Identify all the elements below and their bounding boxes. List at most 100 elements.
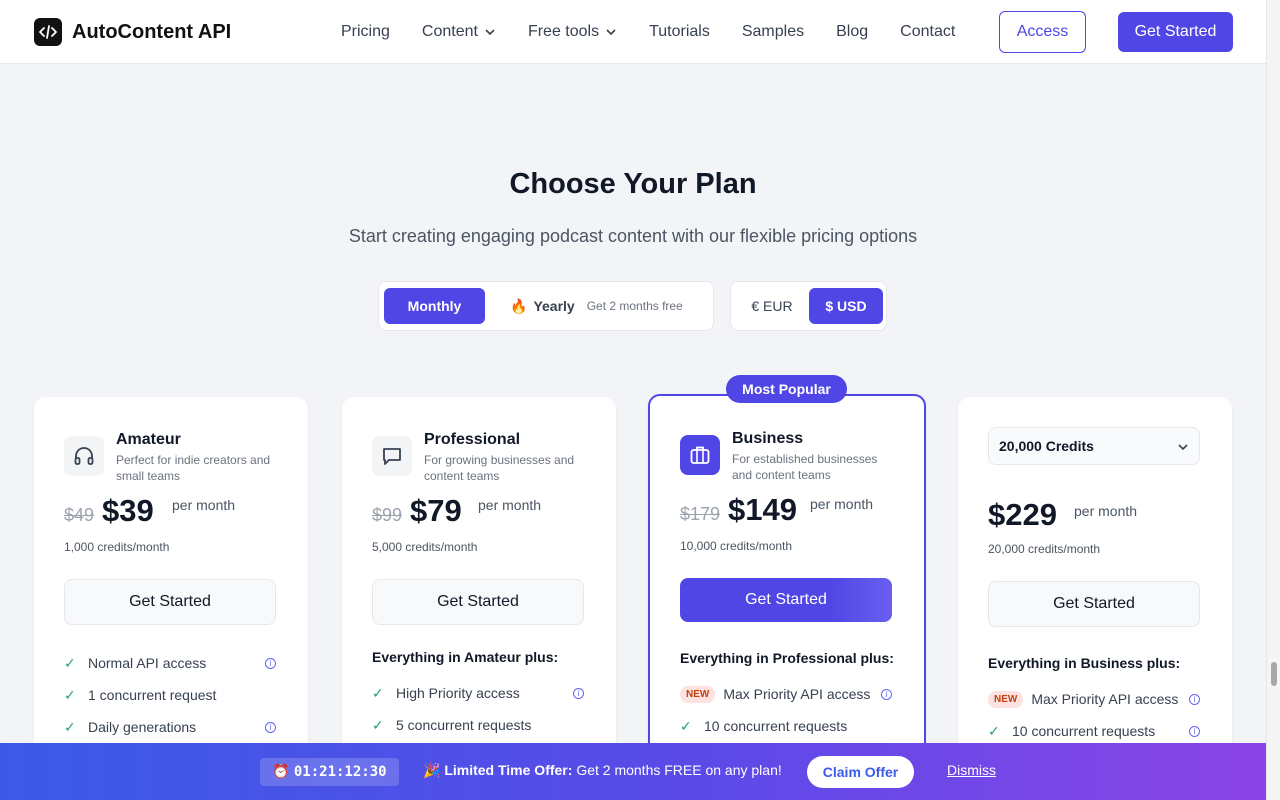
plan-name: Professional	[424, 431, 521, 448]
nav-pricing[interactable]: Pricing	[341, 23, 390, 41]
page-subtitle: Start creating engaging podcast content …	[348, 226, 918, 246]
feature-text: 10 concurrent requests	[1012, 723, 1156, 739]
price: $79	[410, 493, 462, 528]
info-icon[interactable]: i	[1189, 693, 1200, 705]
check-icon: ✓	[988, 722, 1000, 739]
info-icon[interactable]: i	[881, 688, 892, 700]
feature-list: ✓ Normal API access i ✓ 1 concurrent reques…	[64, 647, 278, 743]
chat-icon	[372, 436, 412, 476]
check-icon: ✓	[64, 686, 76, 703]
plan-description: For growing businesses and content teams	[424, 453, 575, 483]
plan-card-amateur: Amateur Perfect for indie creators and s…	[34, 397, 308, 800]
billing-period-toggle: Monthly 🔥 Yearly Get 2 months free	[378, 281, 714, 331]
price-period: per month	[478, 497, 542, 513]
access-button[interactable]: Access	[999, 11, 1086, 53]
timer-value: 01:21:12:30	[293, 764, 387, 780]
info-icon[interactable]: i	[573, 687, 584, 699]
most-popular-badge: Most Popular	[726, 375, 847, 403]
new-badge: NEW	[680, 685, 716, 703]
chevron-down-icon	[484, 23, 496, 41]
nav-content-label: Content	[421, 23, 478, 40]
nav-tutorials[interactable]: Tutorials	[649, 23, 710, 41]
credits-select-value: 20,000 Credits	[999, 438, 1094, 454]
check-icon: ✓	[64, 654, 76, 671]
credits-per-month: 1,000 credits/month	[64, 540, 170, 554]
fire-icon: 🔥	[510, 297, 528, 314]
features-heading: Everything in Business plus:	[988, 655, 1181, 671]
get-started-business-button[interactable]: Get Started	[680, 578, 892, 622]
dismiss-button[interactable]: Dismiss	[947, 762, 996, 778]
credits-per-month: 20,000 credits/month	[988, 542, 1101, 556]
get-started-header-button[interactable]: Get Started	[1118, 12, 1233, 52]
old-price: $49	[64, 505, 95, 525]
plan-description: For established businesses and content t…	[732, 452, 878, 482]
plan-card-business: Business For established businesses and …	[648, 394, 926, 800]
price: $149	[728, 492, 798, 527]
price-row: $179 $149	[680, 492, 797, 528]
nav-blog[interactable]: Blog	[836, 23, 868, 41]
feature-text: Max Priority API access	[1031, 691, 1179, 707]
promo-text: 🎉 Limited Time Offer: Get 2 months FREE …	[423, 762, 782, 779]
credits-select[interactable]: 20,000 Credits	[988, 427, 1200, 465]
check-icon: ✓	[64, 718, 76, 735]
yearly-label: Yearly	[533, 298, 575, 314]
price: $229	[988, 497, 1057, 532]
party-icon: 🎉	[423, 762, 441, 778]
eur-toggle[interactable]: € EUR	[741, 288, 803, 324]
features-heading: Everything in Amateur plus:	[372, 649, 559, 665]
price-period: per month	[1074, 503, 1138, 519]
usd-toggle[interactable]: $ USD	[809, 288, 883, 324]
list-item: NEW Max Priority API access i	[680, 678, 894, 710]
new-badge: NEW	[988, 690, 1024, 708]
feature-list: Everything in Amateur plus: ✓ High Priori…	[372, 647, 586, 741]
get-started-amateur-button[interactable]: Get Started	[64, 579, 276, 625]
currency-toggle: € EUR $ USD	[730, 281, 887, 331]
nav-content[interactable]: Content	[422, 23, 496, 41]
list-item: ✓ Daily generations i	[64, 711, 278, 743]
monthly-toggle[interactable]: Monthly	[384, 288, 485, 324]
scrollbar-thumb[interactable]	[1271, 662, 1277, 686]
list-item: ✓ High Priority access i	[372, 677, 586, 709]
chevron-down-icon	[605, 23, 617, 41]
info-icon[interactable]: i	[265, 657, 276, 669]
page-title: Choose Your Plan	[509, 168, 757, 200]
check-icon: ✓	[372, 716, 384, 733]
price: $39	[102, 493, 154, 528]
list-item: NEW Max Priority API access i	[988, 683, 1202, 715]
scrollbar[interactable]	[1266, 0, 1280, 800]
logo[interactable]: AutoContent API	[34, 18, 231, 46]
feature-text: Daily generations	[88, 719, 197, 735]
credits-per-month: 5,000 credits/month	[372, 540, 478, 554]
plan-description: Perfect for indie creators and small tea…	[116, 453, 271, 483]
yearly-toggle[interactable]: 🔥 Yearly Get 2 months free	[510, 288, 683, 324]
nav-contact-label: Contact	[900, 23, 956, 40]
plan-card-professional: Professional For growing businesses and …	[342, 397, 616, 800]
promo-message: Get 2 months FREE on any plan!	[576, 762, 782, 778]
nav-pricing-label: Pricing	[341, 23, 390, 40]
plan-name: Amateur	[116, 431, 181, 448]
claim-offer-button[interactable]: Claim Offer	[807, 756, 914, 788]
nav-contact[interactable]: Contact	[900, 23, 955, 41]
nav-samples[interactable]: Samples	[742, 23, 804, 41]
headphones-icon	[64, 436, 104, 476]
list-item: ✓ 5 concurrent requests	[372, 709, 586, 741]
get-started-credits-button[interactable]: Get Started	[988, 581, 1200, 627]
feature-text: High Priority access	[396, 685, 520, 701]
plan-name: Business	[732, 430, 804, 447]
briefcase-icon	[680, 435, 720, 475]
feature-text: Normal API access	[88, 655, 207, 671]
list-item: ✓ Normal API access i	[64, 647, 278, 679]
feature-text: 5 concurrent requests	[396, 717, 532, 733]
check-icon: ✓	[372, 684, 384, 701]
info-icon[interactable]: i	[265, 721, 276, 733]
get-started-professional-button[interactable]: Get Started	[372, 579, 584, 625]
price-row: $229	[988, 497, 1057, 533]
chevron-down-icon	[1177, 438, 1189, 454]
check-icon: ✓	[680, 717, 692, 734]
alarm-clock-icon: ⏰	[272, 764, 290, 780]
info-icon[interactable]: i	[1189, 725, 1200, 737]
nav-tutorials-label: Tutorials	[649, 23, 710, 40]
list-item: ✓ 10 concurrent requests	[680, 710, 894, 742]
price-period: per month	[172, 497, 236, 513]
nav-free-tools[interactable]: Free tools	[528, 23, 617, 41]
